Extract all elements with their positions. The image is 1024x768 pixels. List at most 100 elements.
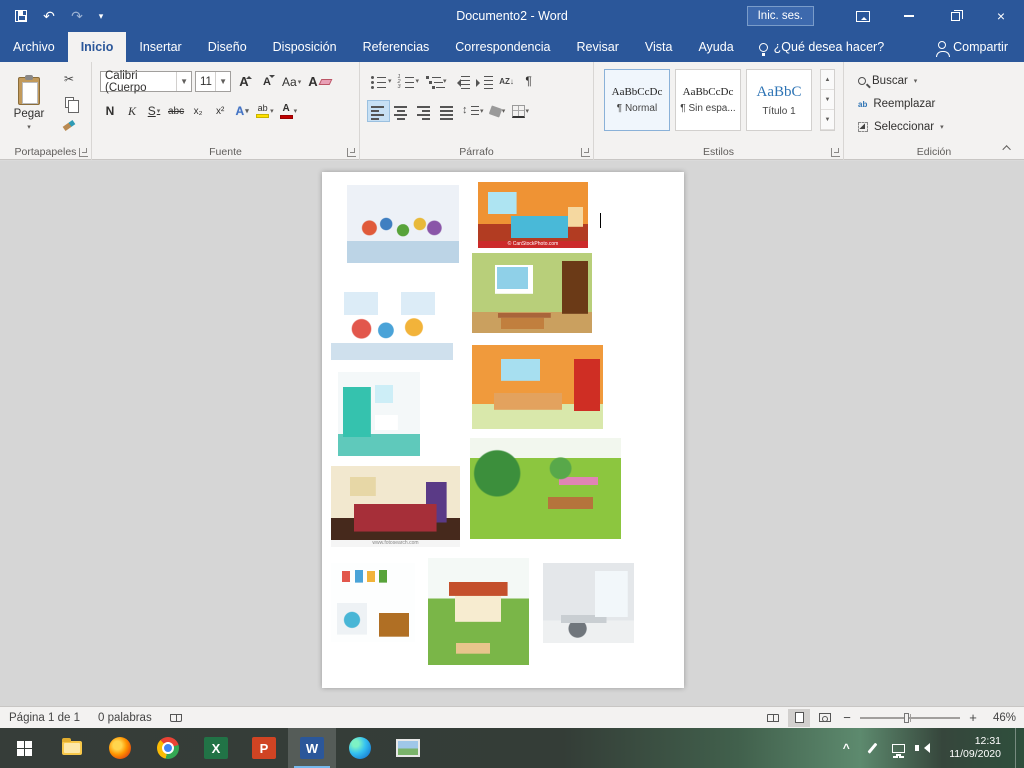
line-spacing-button[interactable]: ▾	[460, 101, 486, 121]
proofing-status[interactable]	[161, 707, 191, 728]
clipboard-dialog-launcher-icon[interactable]	[79, 148, 88, 157]
tab-revisar[interactable]: Revisar	[563, 32, 631, 62]
web-layout-button[interactable]	[814, 709, 836, 727]
taskbar-firefox[interactable]	[96, 728, 144, 768]
change-case-button[interactable]: Aa▾	[280, 72, 303, 92]
taskbar-clock[interactable]: 12:31 11/09/2020	[939, 728, 1011, 768]
redo-button[interactable]: ↷	[64, 3, 90, 29]
tab-diseno[interactable]: Diseño	[195, 32, 260, 62]
word-count[interactable]: 0 palabras	[89, 707, 161, 728]
justify-button[interactable]	[437, 101, 458, 121]
ribbon-display-options-icon[interactable]	[856, 11, 870, 22]
restore-button[interactable]	[932, 0, 978, 32]
font-name-combo[interactable]: Calibri (Cuerpo ▼	[100, 71, 192, 92]
style-scroll-up-button[interactable]: ▲	[821, 70, 834, 90]
save-button[interactable]	[8, 3, 34, 29]
clipart-children-playing[interactable]	[331, 282, 453, 360]
shading-button[interactable]: ▾	[488, 101, 508, 121]
bold-button[interactable]: N	[100, 101, 120, 121]
bullets-button[interactable]: ▾	[368, 71, 394, 91]
align-right-button[interactable]	[414, 101, 435, 121]
sort-button[interactable]: AZ↓	[497, 71, 517, 91]
italic-button[interactable]: K	[122, 101, 142, 121]
minimize-button[interactable]	[886, 0, 932, 32]
clear-formatting-button[interactable]: A	[306, 72, 332, 92]
underline-button[interactable]: S▾	[144, 101, 164, 121]
style-no-spacing[interactable]: AaBbCcDc ¶ Sin espa...	[675, 69, 741, 131]
taskbar-word[interactable]: W	[288, 728, 336, 768]
print-layout-button[interactable]	[788, 709, 810, 727]
signin-button[interactable]: Inic. ses.	[747, 6, 814, 26]
clipart-house-exterior[interactable]	[428, 558, 529, 665]
tab-archivo[interactable]: Archivo	[0, 32, 68, 62]
highlight-button[interactable]: ab ▾	[254, 101, 276, 121]
clipart-bedroom[interactable]: © CanStockPhoto.com	[478, 182, 588, 248]
zoom-percentage[interactable]: 46%	[986, 712, 1016, 724]
tell-me-box[interactable]: ¿Qué desea hacer?	[747, 32, 897, 62]
zoom-slider[interactable]	[860, 717, 960, 719]
tab-disposicion[interactable]: Disposición	[260, 32, 350, 62]
page-count[interactable]: Página 1 de 1	[0, 707, 89, 728]
subscript-button[interactable]: x₂	[188, 101, 208, 121]
font-size-combo[interactable]: 11 ▼	[195, 71, 231, 92]
style-heading1[interactable]: AaBbC Título 1	[746, 69, 812, 131]
clipart-kitchen[interactable]	[472, 345, 603, 429]
tab-inicio[interactable]: Inicio	[68, 32, 127, 62]
style-normal[interactable]: AaBbCcDc ¶ Normal	[604, 69, 670, 131]
font-dialog-launcher-icon[interactable]	[347, 148, 356, 157]
tab-ayuda[interactable]: Ayuda	[685, 32, 746, 62]
clipart-laundry-room[interactable]	[331, 563, 415, 642]
zoom-slider-thumb[interactable]	[904, 713, 909, 723]
clipart-home-office[interactable]	[543, 563, 634, 643]
paste-button[interactable]: Pegar ▾	[6, 68, 52, 140]
style-scroll-down-button[interactable]: ▼	[821, 90, 834, 110]
undo-button[interactable]: ↶	[36, 3, 62, 29]
zoom-out-button[interactable]: −	[840, 710, 854, 725]
numbering-button[interactable]: ▾	[396, 71, 422, 91]
find-button[interactable]: Buscar ▾	[858, 71, 917, 91]
superscript-button[interactable]: x²	[210, 101, 230, 121]
collapse-ribbon-button[interactable]	[1000, 141, 1016, 155]
taskbar-powerpoint[interactable]: P	[240, 728, 288, 768]
clipart-living-room[interactable]: www.fotosearch.com	[331, 466, 460, 547]
document-area[interactable]: © CanStockPhoto.com www.fotosearch.com	[0, 161, 1024, 706]
multilevel-list-button[interactable]: ▾	[423, 71, 449, 91]
taskbar-photos[interactable]	[384, 728, 432, 768]
volume-tray-icon[interactable]	[913, 728, 935, 768]
shrink-font-button[interactable]: A	[257, 72, 277, 92]
align-left-button[interactable]	[368, 101, 389, 121]
clipart-garden[interactable]	[470, 438, 621, 539]
taskbar-file-explorer[interactable]	[48, 728, 96, 768]
zoom-in-button[interactable]: +	[966, 710, 980, 725]
customize-qat-button[interactable]: ▾	[92, 3, 110, 29]
cut-button[interactable]: ✂	[56, 70, 82, 88]
tab-correspondencia[interactable]: Correspondencia	[442, 32, 563, 62]
network-tray-icon[interactable]	[887, 728, 909, 768]
styles-dialog-launcher-icon[interactable]	[831, 148, 840, 157]
strikethrough-button[interactable]: abc	[166, 101, 186, 121]
font-color-button[interactable]: A ▾	[278, 101, 300, 121]
increase-indent-button[interactable]	[474, 71, 495, 91]
hidden-icons-button[interactable]: ^	[835, 728, 857, 768]
align-center-button[interactable]	[391, 101, 412, 121]
grow-font-button[interactable]: A	[234, 72, 254, 92]
taskbar-edge[interactable]	[336, 728, 384, 768]
tab-insertar[interactable]: Insertar	[126, 32, 194, 62]
format-painter-button[interactable]	[56, 116, 82, 134]
decrease-indent-button[interactable]	[451, 71, 472, 91]
clipart-bathroom[interactable]	[338, 372, 420, 456]
taskbar-excel[interactable]: X	[192, 728, 240, 768]
tab-vista[interactable]: Vista	[632, 32, 686, 62]
document-page[interactable]: © CanStockPhoto.com www.fotosearch.com	[322, 172, 684, 688]
taskbar-chrome[interactable]	[144, 728, 192, 768]
borders-button[interactable]: ▾	[510, 101, 532, 121]
paragraph-dialog-launcher-icon[interactable]	[581, 148, 590, 157]
start-button[interactable]	[0, 728, 48, 768]
show-desktop-button[interactable]	[1015, 728, 1020, 768]
clipart-dining-room[interactable]	[472, 253, 592, 333]
replace-button[interactable]: ab Reemplazar	[858, 94, 935, 114]
select-button[interactable]: Seleccionar ▾	[858, 117, 944, 137]
read-mode-button[interactable]	[762, 709, 784, 727]
share-button[interactable]: Compartir	[922, 32, 1024, 62]
clipart-family-group[interactable]	[347, 185, 459, 263]
